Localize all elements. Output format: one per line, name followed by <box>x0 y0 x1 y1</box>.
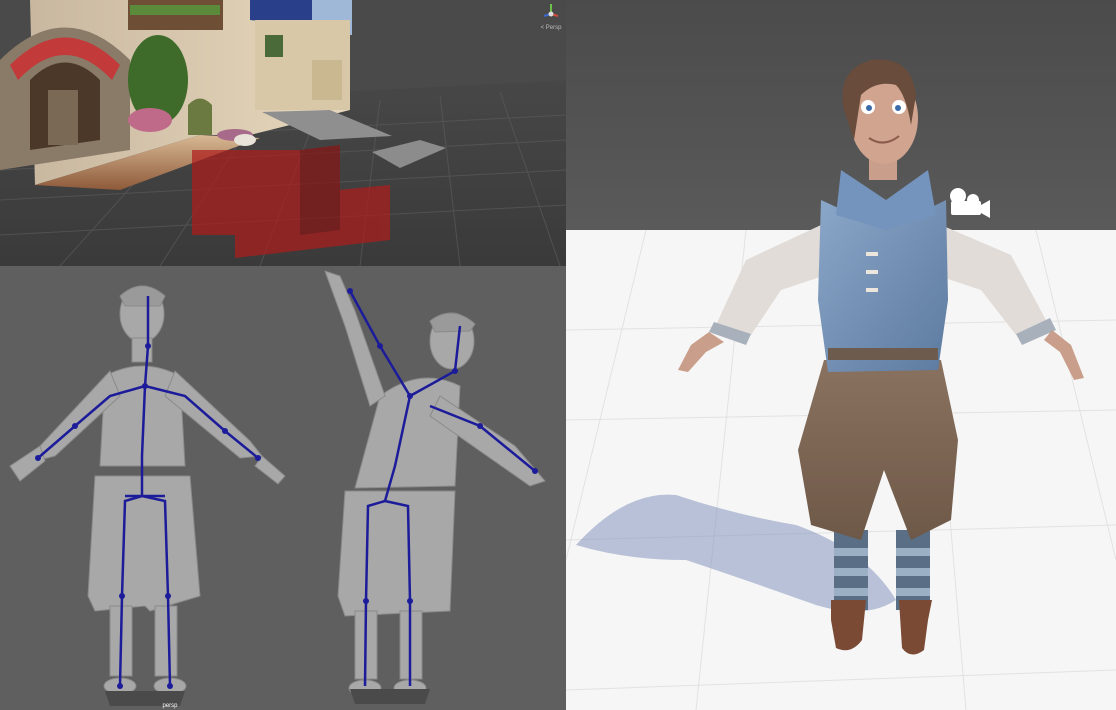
rig-viewport-panel: persp <box>0 266 566 710</box>
character-preview-panel <box>566 0 1116 710</box>
gizmo-projection-label[interactable]: < Persp <box>541 25 563 31</box>
scene-view-panel: < Persp <box>0 0 566 266</box>
camera-label: persp <box>162 703 178 709</box>
rig-viewport[interactable]: persp <box>0 266 566 710</box>
scene-viewport[interactable]: < Persp <box>0 0 566 266</box>
character-viewport[interactable] <box>566 0 1116 710</box>
